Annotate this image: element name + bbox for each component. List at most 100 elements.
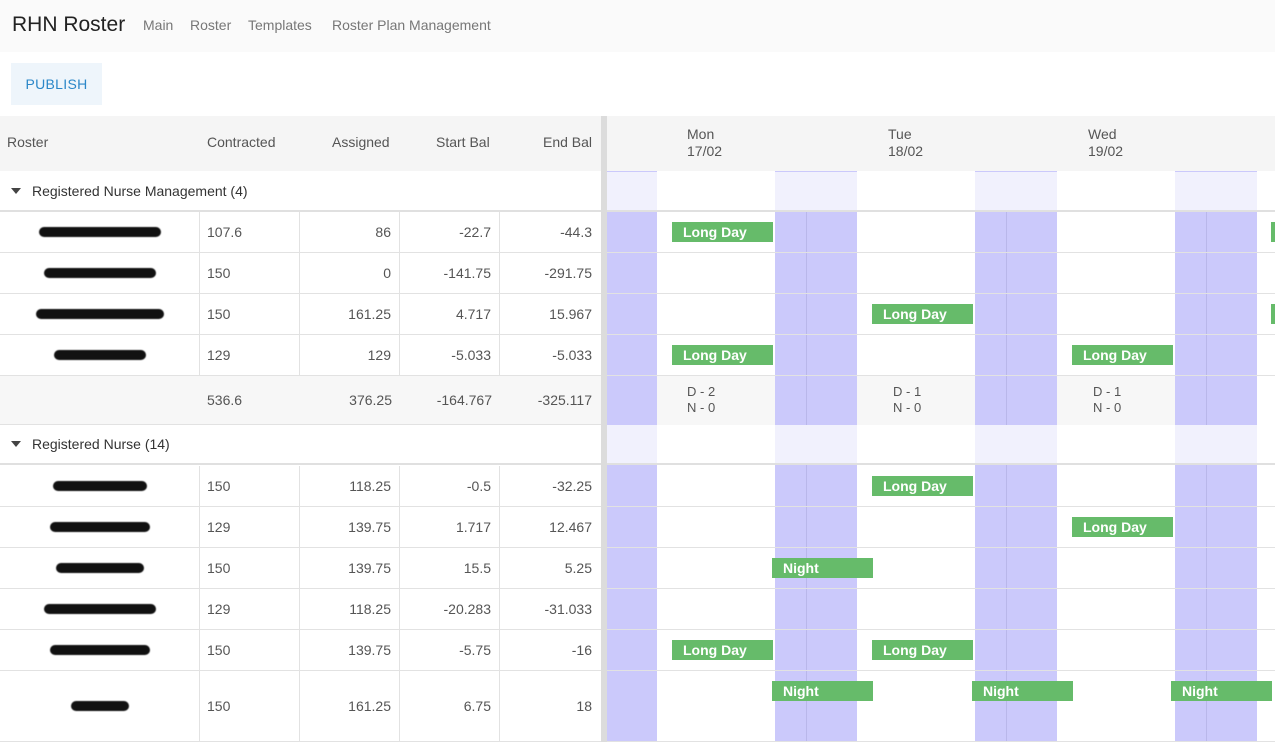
- end-bal-cell: 5.25: [564, 560, 592, 576]
- collapse-caret-icon[interactable]: [11, 441, 21, 447]
- day-coverage-summary: D - 1N - 0: [1093, 384, 1122, 415]
- shift-long-day[interactable]: Long Day: [672, 640, 773, 660]
- column-header-end-bal[interactable]: End Bal: [543, 134, 592, 150]
- column-header-start-bal[interactable]: Start Bal: [436, 134, 490, 150]
- nav-link-roster[interactable]: Roster: [190, 17, 231, 33]
- row-divider: [607, 506, 1275, 507]
- start-bal-cell: -0.5: [400, 466, 500, 506]
- table-row[interactable]: 129 129 -5.033 -5.033: [0, 335, 601, 376]
- table-row[interactable]: 150 139.75 -5.75 -16: [0, 630, 601, 671]
- assigned-cell: 86: [300, 212, 400, 252]
- staff-name-cell: [0, 589, 200, 629]
- table-row[interactable]: 150 118.25 -0.5 -32.25: [0, 466, 601, 507]
- weekend-band: [1175, 172, 1257, 210]
- redacted-name: [35, 309, 164, 319]
- group-label: Registered Nurse (14): [32, 436, 170, 452]
- staff-name-cell: [0, 335, 200, 375]
- end-bal-cell: -32.25: [552, 478, 592, 494]
- row-divider: [607, 547, 1275, 548]
- table-header: Roster Contracted Assigned Start Bal End…: [0, 116, 601, 171]
- contracted-cell: 150: [200, 630, 300, 670]
- contracted-cell: 150: [200, 548, 300, 588]
- group-row[interactable]: Registered Nurse (14): [0, 425, 601, 465]
- table-row[interactable]: 150 139.75 15.5 5.25: [0, 548, 601, 589]
- start-bal-cell: -20.283: [400, 589, 500, 629]
- group-row[interactable]: Registered Nurse Management (4): [0, 172, 601, 212]
- assigned-cell: 118.25: [300, 466, 400, 506]
- contracted-cell: 129: [200, 335, 300, 375]
- shift-night[interactable]: Night: [972, 681, 1073, 701]
- nav-link-main[interactable]: Main: [143, 17, 173, 33]
- redacted-name: [43, 268, 156, 278]
- nav-link-templates[interactable]: Templates: [248, 17, 312, 33]
- staff-name-cell: [0, 630, 200, 670]
- weekend-band: [607, 172, 657, 210]
- publish-button[interactable]: PUBLISH: [11, 63, 102, 105]
- table-row[interactable]: 150 161.25 6.75 18: [0, 671, 601, 742]
- contracted-cell: 129: [200, 589, 300, 629]
- assigned-cell: 139.75: [300, 548, 400, 588]
- shift-night[interactable]: Night: [772, 681, 873, 701]
- end-bal-cell: 12.467: [549, 519, 592, 535]
- weekend-band: [1175, 425, 1257, 463]
- row-divider: [607, 252, 1275, 253]
- column-header-contracted[interactable]: Contracted: [207, 134, 275, 150]
- nav-link-roster-plan-management[interactable]: Roster Plan Management: [332, 17, 491, 33]
- day-summary-cell: [657, 376, 775, 425]
- start-bal-cell: -5.75: [400, 630, 500, 670]
- total-assigned: 376.25: [349, 392, 392, 408]
- redacted-name: [70, 701, 129, 711]
- shift-partial[interactable]: [1271, 222, 1275, 242]
- assigned-cell: 118.25: [300, 589, 400, 629]
- staff-name-cell: [0, 466, 200, 506]
- contracted-cell: 150: [200, 253, 300, 293]
- shift-night[interactable]: Night: [1171, 681, 1272, 701]
- redacted-name: [49, 645, 150, 655]
- staff-name-cell: [0, 253, 200, 293]
- collapse-caret-icon[interactable]: [11, 188, 21, 194]
- contracted-cell: 107.6: [200, 212, 300, 252]
- row-divider: [607, 629, 1275, 630]
- weekend-band: [775, 425, 857, 463]
- app-title: RHN Roster: [12, 13, 126, 36]
- day-header-wed: Wed 19/02: [1088, 126, 1124, 159]
- top-nav-bar: RHN Roster Main Roster Templates Roster …: [0, 0, 1275, 52]
- end-bal-cell: -44.3: [560, 224, 592, 240]
- start-bal-cell: 4.717: [400, 294, 500, 334]
- shift-long-day[interactable]: Long Day: [1072, 345, 1173, 365]
- start-bal-cell: 1.717: [400, 507, 500, 547]
- shift-night[interactable]: Night: [772, 558, 873, 578]
- shift-long-day[interactable]: Long Day: [672, 222, 773, 242]
- group-summary-row: 536.6 376.25 -164.767 -325.117: [0, 376, 601, 425]
- weekend-band: [975, 425, 1057, 463]
- shift-long-day[interactable]: Long Day: [872, 476, 973, 496]
- table-row[interactable]: 129 118.25 -20.283 -31.033: [0, 589, 601, 630]
- staff-name-cell: [0, 671, 200, 741]
- table-row[interactable]: 150 0 -141.75 -291.75: [0, 253, 601, 294]
- day-divider: [1206, 212, 1207, 742]
- table-row[interactable]: 129 139.75 1.717 12.467: [0, 507, 601, 548]
- redacted-name: [55, 563, 144, 573]
- table-row[interactable]: 107.6 86 -22.7 -44.3: [0, 212, 601, 253]
- shift-long-day[interactable]: Long Day: [672, 345, 773, 365]
- shift-long-day[interactable]: Long Day: [872, 304, 973, 324]
- redacted-name: [49, 522, 150, 532]
- assigned-cell: 139.75: [300, 630, 400, 670]
- shift-partial[interactable]: [1271, 304, 1275, 324]
- contracted-cell: 150: [200, 671, 300, 741]
- day-divider: [806, 212, 807, 742]
- table-row[interactable]: 150 161.25 4.717 15.967: [0, 294, 601, 335]
- calendar-group-row: [607, 425, 1275, 465]
- shift-long-day[interactable]: Long Day: [1072, 517, 1173, 537]
- row-divider: [607, 670, 1275, 671]
- calendar-group-row: [607, 172, 1275, 212]
- weekend-band: [607, 425, 657, 463]
- calendar-header: Mon 17/02 Tue 18/02 Wed 19/02: [607, 116, 1275, 171]
- start-bal-cell: 15.5: [400, 548, 500, 588]
- shift-long-day[interactable]: Long Day: [872, 640, 973, 660]
- weekend-band: [975, 172, 1057, 210]
- column-header-roster[interactable]: Roster: [7, 134, 48, 150]
- contracted-cell: 150: [200, 294, 300, 334]
- assigned-cell: 129: [300, 335, 400, 375]
- column-header-assigned[interactable]: Assigned: [332, 134, 390, 150]
